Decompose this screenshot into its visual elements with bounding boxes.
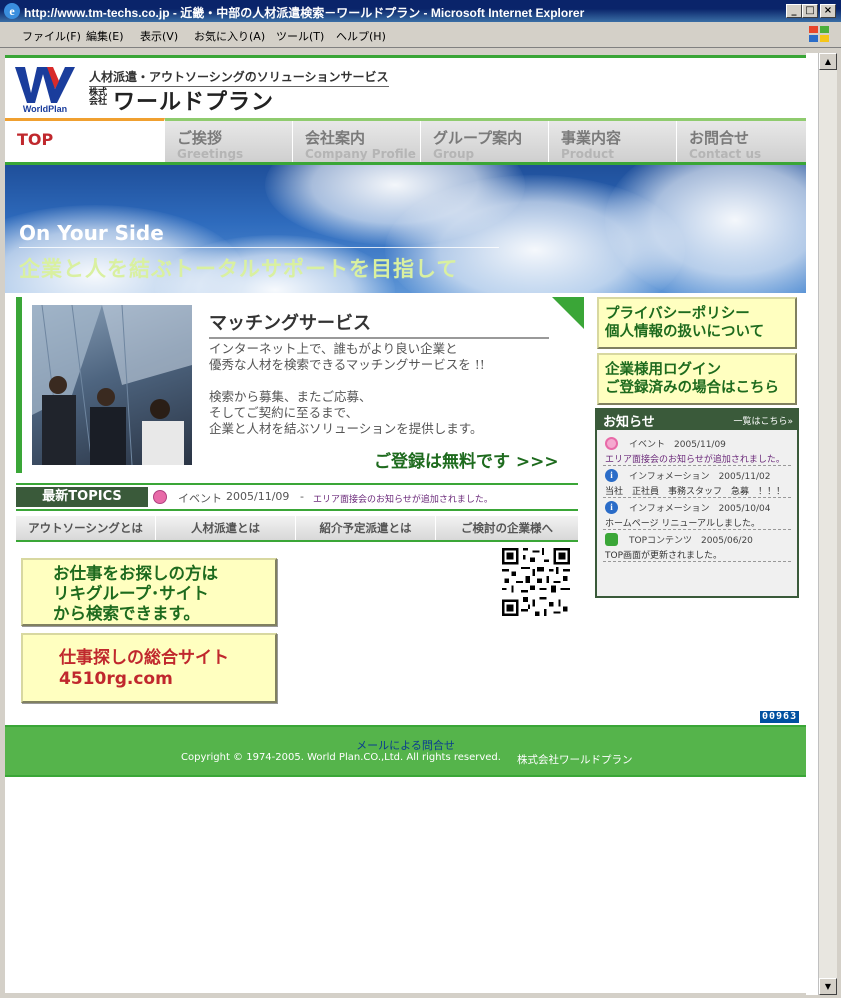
company-prefix: 株式会社 [89, 88, 108, 107]
subnav-staffing[interactable]: 人材派遣とは [156, 516, 296, 540]
news-category-date: インフォメーション 2005/10/04 [629, 504, 771, 514]
button-label: 企業様用ログイン ご登録済みの場合はこちら [605, 362, 779, 396]
topic-category: イベント [178, 492, 222, 505]
worldplan-logo-icon[interactable]: WorldPlan [13, 63, 77, 115]
news-item[interactable]: TOPコンテンツ 2005/06/20 TOP画面が更新されました。 [603, 531, 791, 562]
window-title: http://www.tm-techs.co.jp - 近畿・中部の人材派遣検索… [24, 6, 585, 20]
news-category-date: インフォメーション 2005/11/02 [629, 472, 771, 482]
company-name: ワールドプラン [113, 90, 275, 115]
footer-company-name: 株式会社ワールドプラン [517, 754, 633, 766]
tab-label: 会社案内 [305, 129, 366, 147]
close-button[interactable]: × [820, 4, 836, 18]
copyright-text: Copyright © 1974-2005. World Plan.CO.,Lt… [181, 752, 501, 763]
hero-slogan: On Your Side [19, 221, 164, 245]
tab-sublabel: Product [561, 147, 614, 161]
tab-product[interactable]: 事業内容 Product [549, 121, 677, 162]
hero-banner: On Your Side 企業と人を結ぶトータルサポートを目指して [5, 165, 806, 293]
news-category-date: イベント 2005/11/09 [629, 440, 726, 450]
info-icon: i [605, 501, 618, 514]
minimize-button[interactable]: _ [786, 4, 802, 18]
tab-greetings[interactable]: ご挨拶 Greetings [165, 121, 293, 162]
menu-bar: ファイル(F) 編集(E) 表示(V) お気に入り(A) ツール(T) ヘルプ(… [0, 22, 841, 48]
news-body: 当社 正社員 事務スタッフ 急募 ！！！ [605, 487, 786, 497]
menu-edit[interactable]: 編集(E) [86, 28, 124, 44]
menu-view[interactable]: 表示(V) [140, 28, 178, 44]
tab-sublabel: Contact us [689, 147, 762, 161]
news-body: エリア面接会のお知らせが追加されました。 [605, 455, 785, 465]
scroll-down-arrow-icon[interactable]: ▼ [819, 978, 837, 995]
hero-divider [19, 247, 499, 248]
button-label: 仕事探しの総合サイト 4510rg.com [59, 648, 229, 689]
matching-heading: マッチングサービス [209, 309, 549, 339]
topic-separator: - [300, 490, 304, 503]
topic-date: 2005/11/09 [226, 490, 290, 503]
news-body: ホームページ リニューアルしました。 [605, 519, 760, 529]
subnav-temp-to-hire[interactable]: 紹介予定派遣とは [296, 516, 436, 540]
page-viewport: WorldPlan 人材派遣・アウトソーシングのソリューションサービス 株式会社… [5, 55, 806, 993]
tab-label: グループ案内 [433, 129, 523, 147]
tab-sublabel: Group [433, 147, 475, 161]
site-header: WorldPlan 人材派遣・アウトソーシングのソリューションサービス 株式会社… [5, 58, 806, 118]
window-titlebar: e http://www.tm-techs.co.jp - 近畿・中部の人材派遣… [0, 0, 841, 22]
topics-label: 最新TOPICS [16, 487, 148, 507]
scroll-up-arrow-icon[interactable]: ▲ [819, 53, 837, 70]
menu-favorites[interactable]: お気に入り(A) [194, 28, 265, 44]
tab-contact[interactable]: お問合せ Contact us [677, 121, 806, 162]
frame-gap [806, 53, 818, 995]
logo-wordmark: WorldPlan [23, 104, 67, 114]
news-item[interactable]: i インフォメーション 2005/11/02 当社 正社員 事務スタッフ 急募 … [603, 467, 791, 498]
cloud-image [605, 165, 806, 293]
tab-top[interactable]: TOP [5, 118, 165, 162]
job-search-riki-button[interactable]: お仕事をお探しの方は リキグループ･サイト から検索できます。 [21, 558, 277, 626]
news-all-link[interactable]: 一覧はこちら» [733, 414, 793, 427]
tab-group[interactable]: グループ案内 Group [421, 121, 549, 162]
tab-label: お問合せ [689, 129, 750, 147]
site-footer: メールによる問合せ Copyright © 1974-2005. World P… [5, 725, 806, 777]
panel-corner-accent [552, 297, 584, 329]
tab-sublabel: Company Profile [305, 147, 416, 161]
button-label: プライバシーポリシー 個人情報の扱いについて [605, 306, 765, 340]
square-icon [605, 533, 618, 546]
news-category-date: TOPコンテンツ 2005/06/20 [629, 536, 753, 546]
news-header: お知らせ 一覧はこちら» [595, 408, 799, 430]
topic-message-link[interactable]: エリア面接会のお知らせが追加されました。 [313, 492, 493, 505]
tab-company-profile[interactable]: 会社案内 Company Profile [293, 121, 421, 162]
tab-sublabel: Greetings [177, 147, 244, 161]
hero-headline: 企業と人を結ぶトータルサポートを目指して [19, 257, 459, 281]
matching-description: インターネット上で、誰もがより良い企業と 優秀な人材を検索できるマッチングサービ… [209, 341, 485, 436]
news-item[interactable]: イベント 2005/11/09 エリア面接会のお知らせが追加されました。 [603, 435, 791, 466]
ie-icon: e [4, 3, 20, 19]
matching-service-panel: マッチングサービス インターネット上で、誰もがより良い企業と 優秀な人材を検索で… [16, 297, 584, 473]
news-item[interactable]: i インフォメーション 2005/10/04 ホームページ リニューアルしました… [603, 499, 791, 530]
menu-help[interactable]: ヘルプ(H) [336, 28, 386, 44]
mail-inquiry-link[interactable]: メールによる問合せ [5, 737, 806, 753]
tab-label: ご挨拶 [177, 129, 223, 147]
vertical-scrollbar[interactable]: ▲ ▼ [818, 53, 837, 995]
main-navigation: TOP ご挨拶 Greetings 会社案内 Company Profile グ… [5, 118, 806, 165]
subnav-outsourcing[interactable]: アウトソーシングとは [16, 516, 156, 540]
heart-icon [605, 437, 618, 450]
menu-file[interactable]: ファイル(F) [22, 28, 81, 44]
info-icon: i [605, 469, 618, 482]
free-registration-link[interactable]: ご登録は無料です >>> [374, 447, 559, 472]
tab-label: 事業内容 [561, 129, 622, 147]
job-site-4510rg-button[interactable]: 仕事探しの総合サイト 4510rg.com [21, 633, 277, 703]
tab-label: TOP [17, 130, 54, 149]
access-counter: 00963 [760, 711, 800, 723]
subnav-for-companies[interactable]: ご検討の企業様へ [436, 516, 578, 540]
privacy-policy-button[interactable]: プライバシーポリシー 個人情報の扱いについて [597, 297, 797, 349]
button-label: お仕事をお探しの方は リキグループ･サイト から検索できます。 [53, 564, 218, 623]
sub-navigation: アウトソーシングとは 人材派遣とは 紹介予定派遣とは ご検討の企業様へ [16, 516, 578, 542]
business-people-photo [32, 305, 192, 465]
menu-tools[interactable]: ツール(T) [276, 28, 324, 44]
qr-code-icon [502, 548, 570, 616]
heart-icon [153, 490, 167, 504]
latest-topics-bar: 最新TOPICS イベント 2005/11/09 - エリア面接会のお知らせが追… [16, 483, 578, 511]
windows-logo-icon [809, 26, 829, 42]
news-body: TOP画面が更新されました。 [605, 551, 723, 561]
maximize-button[interactable]: □ [802, 4, 818, 18]
news-title: お知らせ [603, 415, 655, 430]
corporate-login-button[interactable]: 企業様用ログイン ご登録済みの場合はこちら [597, 353, 797, 405]
